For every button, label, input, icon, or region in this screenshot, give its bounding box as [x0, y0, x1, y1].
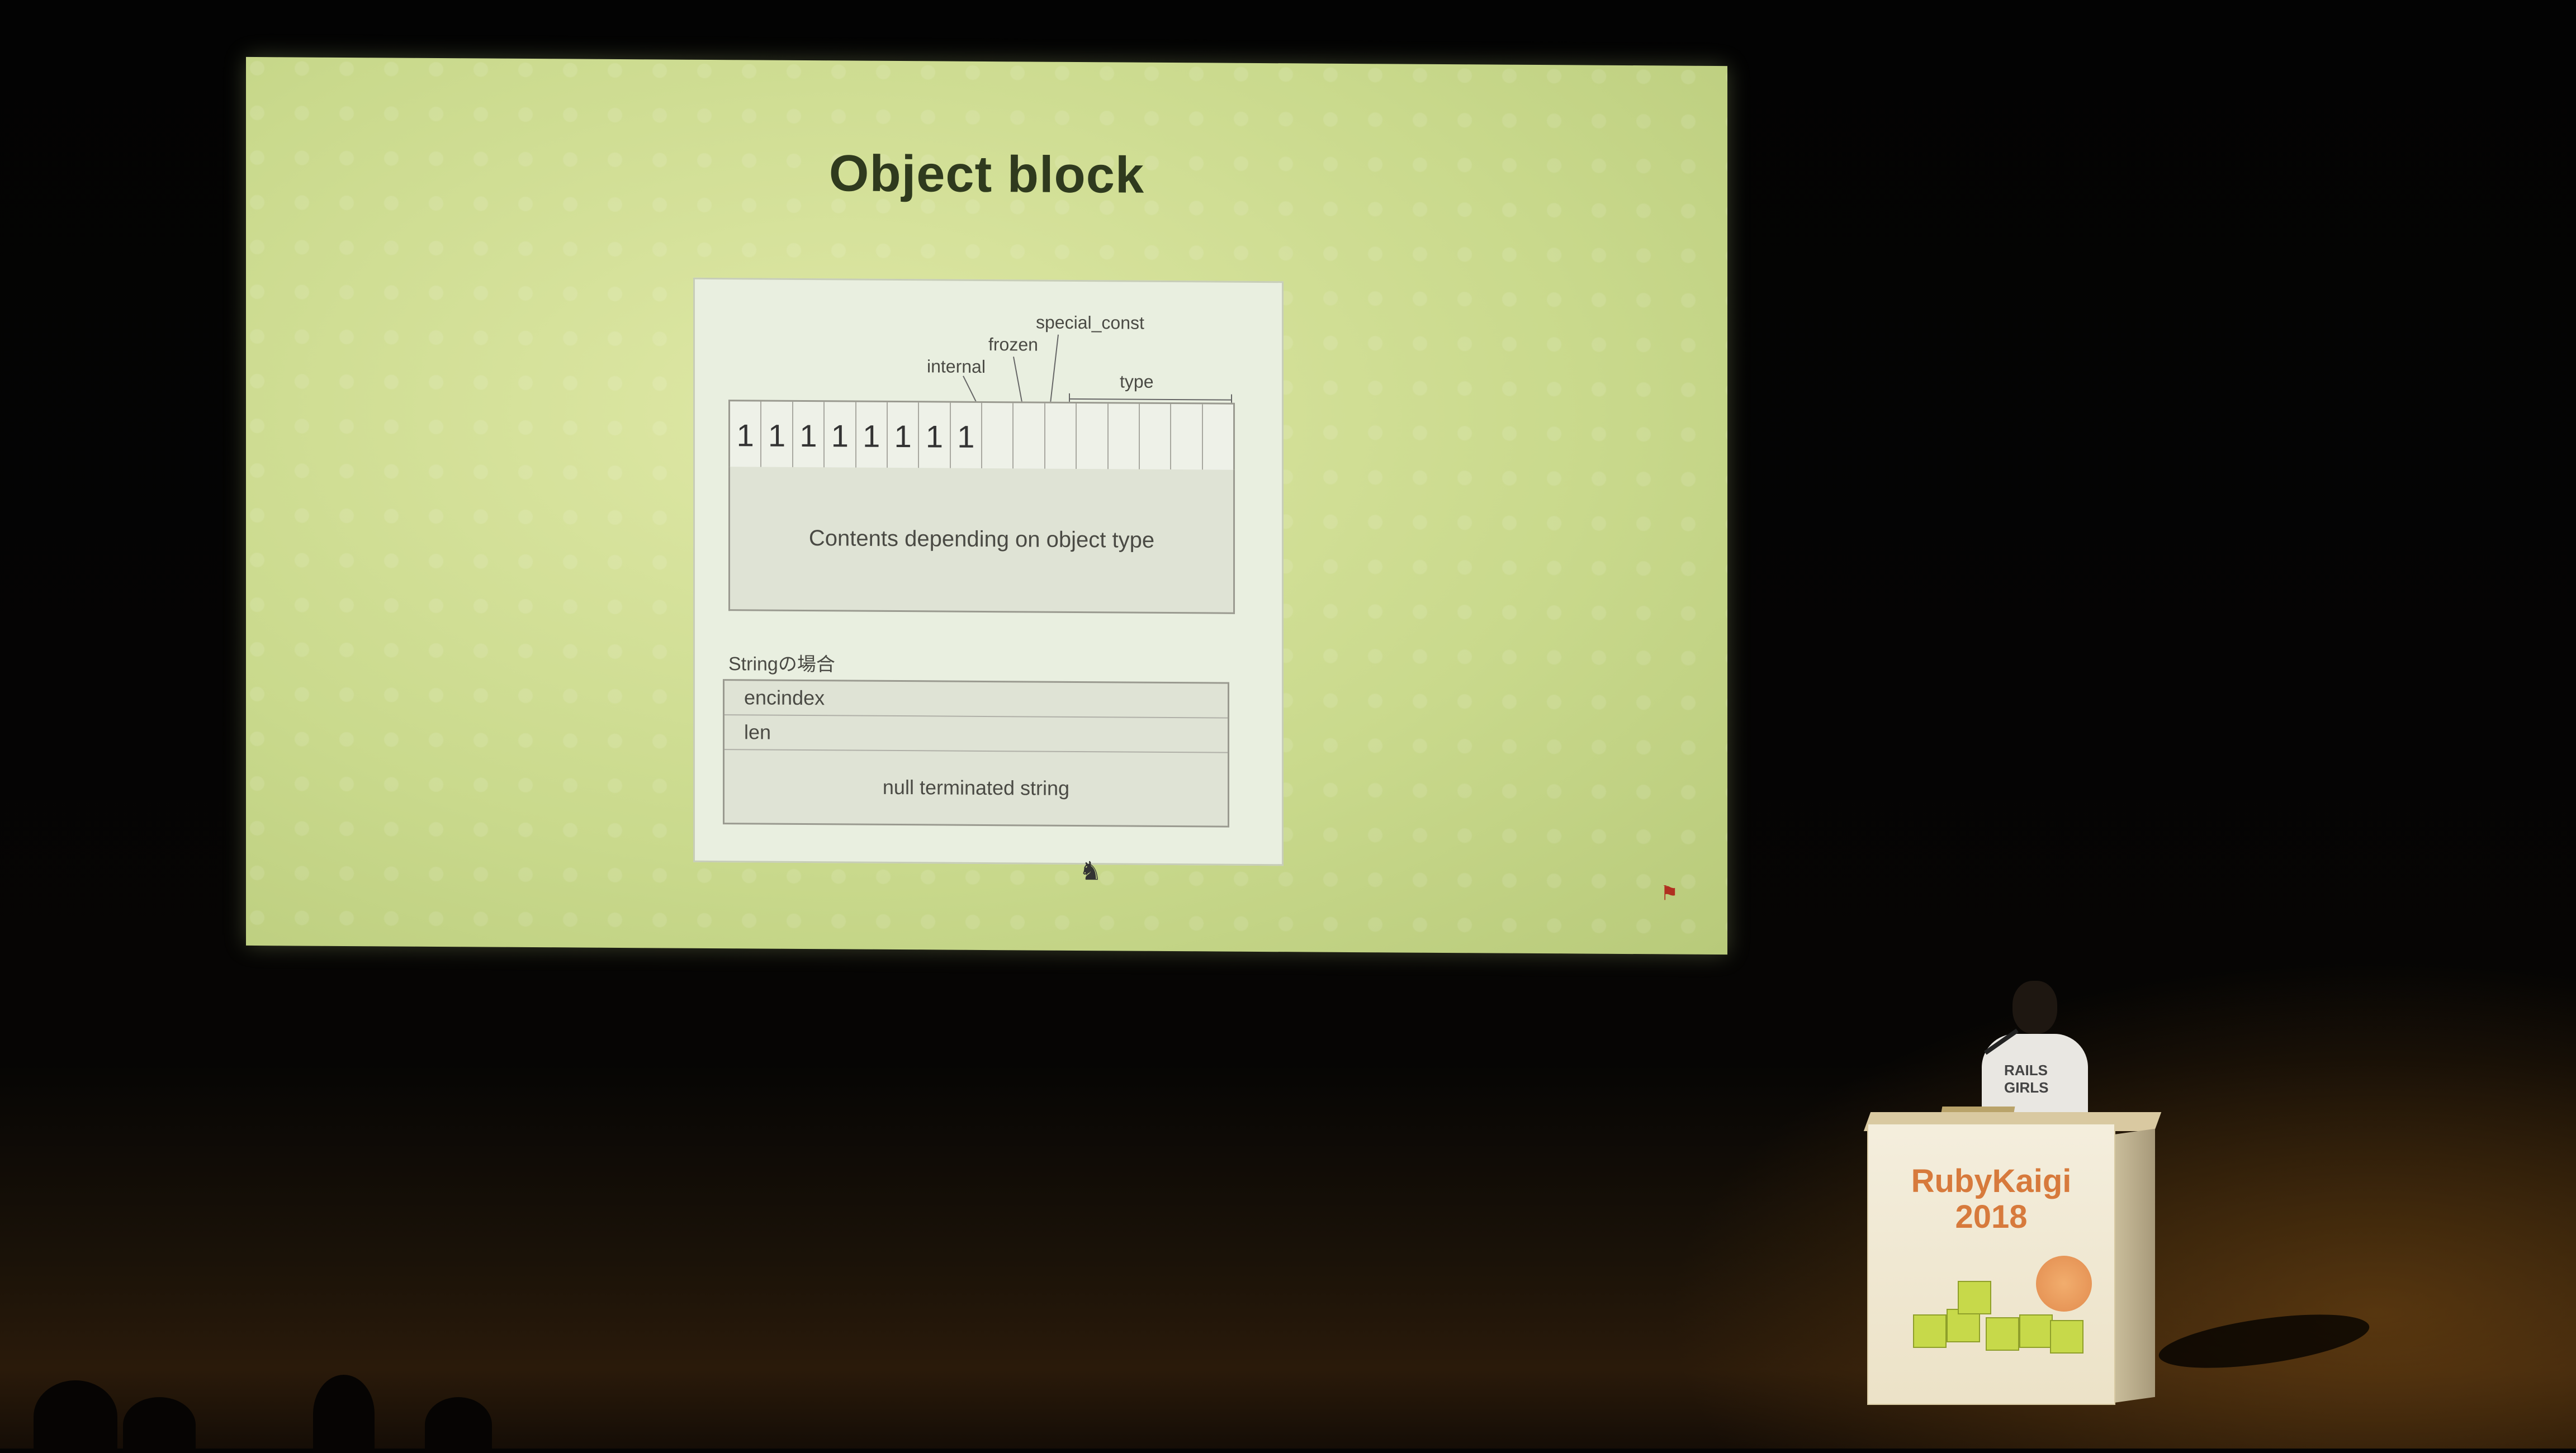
bit-cell-empty	[982, 402, 1014, 471]
flag-bits-row: 1 1 1 1 1 1 1 1	[728, 400, 1235, 473]
bit-cell: 1	[730, 401, 762, 469]
projected-slide: Object block special_const frozen intern…	[246, 56, 1727, 955]
audience-head	[34, 1380, 117, 1453]
slide-title: Object block	[828, 145, 1145, 204]
bit-cell: 1	[761, 401, 793, 469]
cube-block	[2019, 1314, 2053, 1348]
podium-side	[2113, 1128, 2155, 1403]
bit-cell-empty	[1139, 403, 1172, 472]
audience-head	[123, 1397, 196, 1453]
cube-block	[2050, 1320, 2083, 1354]
bit-cell-empty	[1203, 404, 1233, 471]
speaker-shirt-text: RAILS GIRLS	[2004, 1062, 2049, 1096]
string-row-null-terminated: null terminated string	[882, 775, 1070, 800]
string-row-encindex: encindex	[724, 681, 1228, 719]
goal-flag-icon: ⚑	[1660, 881, 1679, 905]
bit-cell: 1	[856, 402, 888, 469]
cube-block	[1958, 1281, 1991, 1314]
bit-cell: 1	[825, 402, 856, 469]
cube-graphic	[1902, 1281, 2086, 1354]
podium-logo: RubyKaigi 2018	[1868, 1164, 2114, 1235]
podium: RubyKaigi 2018	[1867, 1123, 2115, 1405]
object-block-diagram: special_const frozen internal type 1 1 1…	[693, 277, 1284, 866]
audience-head	[425, 1397, 492, 1453]
bit-cell-empty	[1045, 403, 1077, 471]
bit-cell-empty	[1014, 403, 1045, 471]
audience-head	[313, 1375, 375, 1453]
string-layout-table: encindex len null terminated string	[723, 679, 1229, 828]
bit-cell-empty	[1108, 403, 1140, 471]
podium-logo-year: 2018	[1955, 1199, 2028, 1235]
bit-cell: 1	[793, 401, 825, 469]
bit-cell-empty	[1171, 404, 1203, 472]
string-caption: Stringの場合	[728, 653, 835, 676]
contents-box: Contents depending on object type	[728, 467, 1235, 614]
speaker-head	[2012, 981, 2057, 1034]
podium-logo-name: RubyKaigi	[1911, 1163, 2072, 1199]
bit-cell: 1	[887, 402, 920, 470]
cube-block	[1986, 1317, 2019, 1351]
bit-cell: 1	[950, 402, 982, 470]
bit-cell-empty	[1077, 403, 1109, 471]
mascot-icon: ♞	[1079, 856, 1102, 886]
bit-cell: 1	[919, 402, 951, 470]
string-row-len: len	[724, 715, 1228, 753]
cube-block	[1913, 1314, 1947, 1348]
